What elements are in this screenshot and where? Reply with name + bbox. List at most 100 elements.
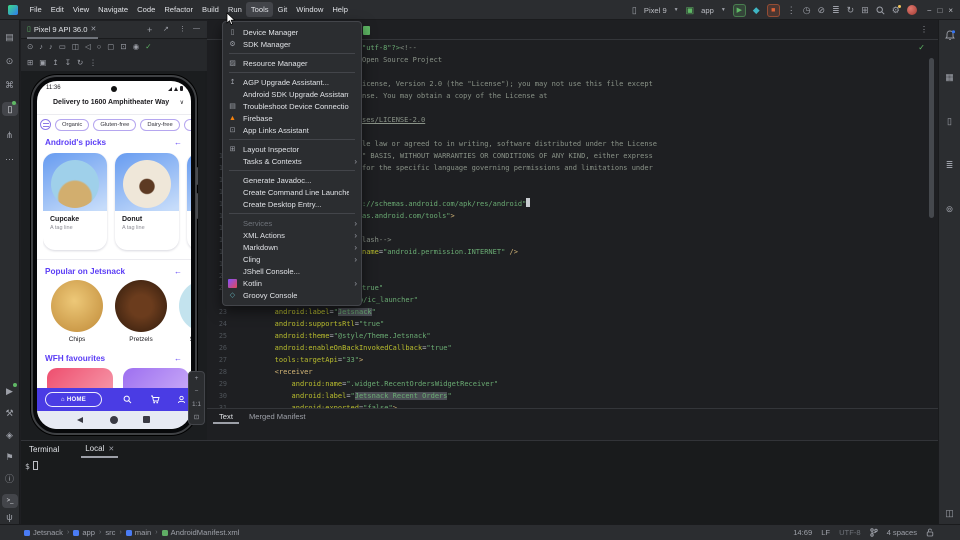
status-utf-8[interactable]: UTF-8 — [839, 528, 861, 537]
app-inspection-tool-icon[interactable]: ⊚ — [939, 202, 960, 216]
tools-menu-item-sdk-manager[interactable]: ⚙SDK Manager — [223, 38, 361, 50]
terminal-tool-icon[interactable]: >_ — [2, 494, 18, 508]
open-in-window-icon[interactable]: ↗ — [163, 25, 169, 33]
tools-menu-item-resource-manager[interactable]: ▨Resource Manager — [223, 57, 361, 69]
fold-icon[interactable]: ▭ — [59, 43, 66, 51]
status-4-spaces[interactable]: 4 spaces — [887, 528, 917, 537]
profiler-icon[interactable]: ◷ — [803, 6, 811, 15]
power-button-icon[interactable]: ⊙ — [27, 43, 33, 51]
project-tool-icon[interactable]: ▤ — [0, 30, 19, 44]
filter-chip-dairy-free[interactable]: Dairy-free — [140, 119, 179, 131]
tools-menu-item-firebase[interactable]: ▲Firebase — [223, 112, 361, 124]
android-back-icon[interactable]: ◁ — [85, 43, 91, 51]
device-explorer-tool-icon[interactable]: ▯ — [939, 114, 960, 128]
zoom-in-button[interactable]: + — [189, 372, 204, 385]
close-tab-icon[interactable]: ✕ — [108, 445, 114, 453]
menubar-item-build[interactable]: Build — [198, 2, 224, 17]
version-control-tool-icon[interactable]: ψ — [0, 510, 19, 524]
hide-panel-icon[interactable]: — — [193, 25, 200, 32]
commit-tool-icon[interactable]: ⊙ — [0, 54, 19, 68]
terminal-tab-local[interactable]: Local ✕ — [81, 441, 118, 458]
editor-scrollbar[interactable] — [929, 58, 934, 218]
device-tab[interactable]: ▯ Pixel 9 API 36.0 ✕ — [27, 21, 98, 39]
device-ready-icon[interactable]: ✓ — [145, 43, 151, 51]
filters-icon[interactable] — [40, 119, 51, 130]
breadcrumb-androidmanifest-xml[interactable]: AndroidManifest.xml — [162, 528, 240, 537]
arrow-icon[interactable]: ← — [174, 138, 182, 147]
layout-tool-icon[interactable]: ◫ — [939, 506, 960, 520]
tools-menu-item-create-desktop-entry[interactable]: Create Desktop Entry... — [223, 198, 361, 210]
tools-menu-item-markdown[interactable]: Markdown› — [223, 241, 361, 253]
screen-record-icon[interactable]: ◉ — [133, 43, 140, 51]
stop-button[interactable]: ■ — [767, 4, 780, 17]
structure-tool-icon[interactable]: ⌘ — [0, 78, 19, 92]
tab-merged-manifest[interactable]: Merged Manifest — [243, 409, 312, 424]
menubar-item-window[interactable]: Window — [292, 2, 328, 17]
run-tool-icon[interactable]: ▶ — [0, 384, 19, 398]
panel-options-icon[interactable]: ⋮ — [179, 25, 186, 33]
tools-menu-item-create-command-line-launcher[interactable]: Create Command Line Launcher... — [223, 186, 361, 198]
profiler-tool-icon[interactable]: ◈ — [0, 428, 19, 442]
gradle-tool-icon[interactable]: ▦ — [939, 70, 960, 84]
notifications-bell-icon[interactable] — [939, 28, 960, 41]
app-insights-icon[interactable]: ⊘ — [818, 6, 826, 15]
zoom-out-button[interactable]: − — [189, 385, 204, 398]
popular-item-smoothies[interactable]: Smoothies — [179, 280, 191, 346]
tab-text[interactable]: Text — [213, 409, 239, 424]
nav-profile-icon[interactable] — [175, 393, 187, 405]
delivery-address-row[interactable]: Delivery to 1600 Amphitheater Way ∨ — [37, 96, 191, 112]
device-selector[interactable]: Pixel 9 — [644, 6, 667, 15]
inspections-ok-icon[interactable]: ✓ — [918, 43, 925, 52]
tools-menu-item-agp-upgrade-assistant[interactable]: ↥AGP Upgrade Assistant... — [223, 76, 361, 88]
filter-chip-s[interactable]: S — [184, 119, 191, 131]
status-branch-icon[interactable] — [870, 528, 878, 537]
snapshot-icon[interactable]: ⊞ — [27, 59, 33, 67]
menubar-item-navigate[interactable]: Navigate — [94, 2, 133, 17]
push-file-icon[interactable]: ↥ — [52, 59, 58, 67]
status-14-69[interactable]: 14:69 — [793, 528, 812, 537]
record-icon[interactable]: ▣ — [39, 59, 46, 67]
menubar-item-file[interactable]: File — [25, 2, 46, 17]
debug-button[interactable]: ◆ — [753, 6, 760, 15]
minimize-button[interactable]: − — [924, 6, 935, 15]
menubar-item-refactor[interactable]: Refactor — [160, 2, 198, 17]
breadcrumb-main[interactable]: main — [126, 528, 151, 537]
snack-card-cupcake[interactable]: CupcakeA tag line — [43, 153, 107, 250]
popular-item-chips[interactable]: Chips — [51, 280, 103, 346]
android-recents-icon[interactable] — [143, 416, 150, 423]
run-button[interactable]: ▶ — [733, 4, 746, 17]
nav-home-button[interactable]: ⌂ HOME — [45, 392, 102, 407]
android-home-icon[interactable]: ○ — [97, 43, 102, 51]
settings-gear-icon[interactable]: ⚙ — [892, 6, 900, 15]
tools-menu-item-services[interactable]: Services› — [223, 217, 361, 229]
sync-project-icon[interactable]: ↻ — [847, 6, 855, 15]
restart-icon[interactable]: ↻ — [77, 59, 83, 67]
android-overview-icon[interactable]: ▢ — [107, 43, 114, 51]
phone-screen[interactable]: 11:36 Delivery to 1600 Amphitheater Way … — [37, 81, 191, 429]
snack-card[interactable] — [187, 153, 191, 250]
tools-menu-item-layout-inspector[interactable]: ⊞Layout Inspector — [223, 143, 361, 155]
phone-emulator[interactable]: 11:36 Delivery to 1600 Amphitheater Way … — [31, 75, 197, 435]
close-button[interactable]: × — [945, 6, 956, 15]
breadcrumb-jetsnack[interactable]: Jetsnack — [24, 528, 63, 537]
status-lf[interactable]: LF — [821, 528, 830, 537]
zoom-reset-button[interactable]: 1:1 — [189, 398, 204, 411]
snack-card-donut[interactable]: DonutA tag line — [115, 153, 179, 250]
pull-requests-tool-icon[interactable]: ⋔ — [0, 128, 19, 142]
terminal-body[interactable]: $ — [25, 461, 38, 471]
logcat-tool-icon[interactable]: ≣ — [939, 158, 960, 172]
menubar-item-tools[interactable]: Tools — [246, 2, 273, 17]
running-devices-tool-icon[interactable]: ▯ — [2, 102, 18, 116]
todo-list-icon[interactable]: ≣ — [832, 6, 840, 15]
run-config-selector[interactable]: app — [701, 6, 714, 15]
filter-chip-organic[interactable]: Organic — [55, 119, 89, 131]
breadcrumb-src[interactable]: src — [105, 528, 115, 537]
filter-chip-gluten-free[interactable]: Gluten-free — [93, 119, 136, 131]
tools-menu-item-jshell-console[interactable]: JShell Console... — [223, 265, 361, 277]
more-actions-icon[interactable]: ⋮ — [787, 6, 796, 15]
nav-cart-icon[interactable] — [149, 393, 161, 405]
arrow-icon[interactable]: ← — [174, 354, 182, 363]
arrow-icon[interactable]: ← — [174, 267, 182, 276]
search-icon[interactable] — [876, 6, 885, 15]
tools-menu-item-kotlin[interactable]: Kotlin› — [223, 277, 361, 289]
